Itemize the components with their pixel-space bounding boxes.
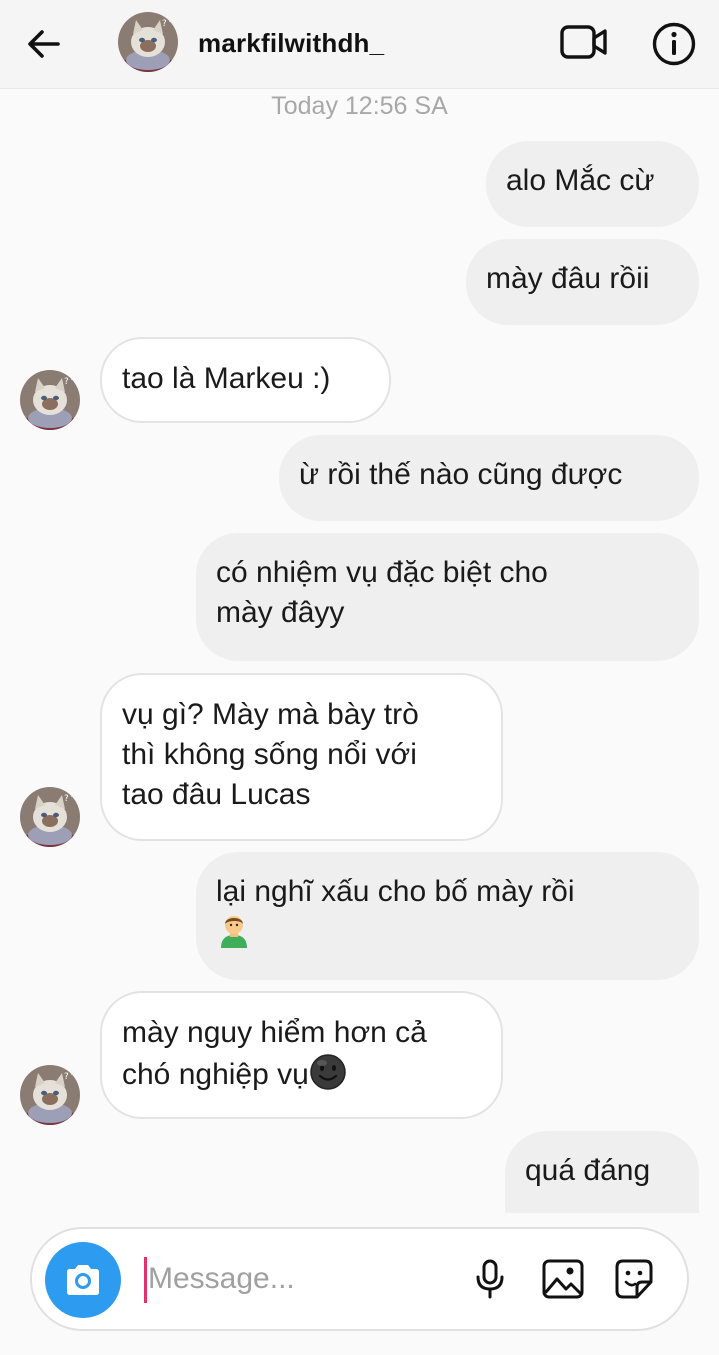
svg-text:?: ? <box>70 791 74 799</box>
sent-message-bubble[interactable]: ừ rồi thế nào cũng được <box>279 435 699 521</box>
sent-message-bubble[interactable]: có nhiệm vụ đặc biệt cho mày đâyy <box>196 533 699 661</box>
sender-avatar[interactable]: ? ? <box>20 1065 80 1125</box>
gallery-button[interactable] <box>537 1253 589 1305</box>
message-text-line: lại nghĩ xấu cho bố mày rồi <box>216 875 575 908</box>
person-emoji-icon <box>221 916 247 948</box>
message-text-line: mày nguy hiểm hơn cả <box>122 1016 427 1049</box>
sticker-icon <box>615 1259 653 1299</box>
sticker-button[interactable] <box>608 1253 660 1305</box>
svg-text:?: ? <box>64 794 69 804</box>
svg-text:?: ? <box>64 1072 69 1082</box>
received-message-bubble[interactable]: tao là Markeu :) <box>100 337 391 423</box>
sender-avatar[interactable]: ? ? <box>20 370 80 430</box>
message-text: ừ rồi thế nào cũng được <box>299 458 623 491</box>
back-button[interactable] <box>22 22 66 66</box>
message-text-line: vụ gì? Mày mà bày trò <box>122 698 419 731</box>
message-text-line: mày đâyy <box>216 596 345 629</box>
received-message-bubble[interactable]: vụ gì? Mày mà bày trò thì không sống nổi… <box>100 673 503 841</box>
arrow-left-icon <box>28 30 60 58</box>
svg-text:?: ? <box>168 16 172 24</box>
sent-message-bubble[interactable]: quá đáng <box>505 1131 699 1213</box>
message-composer <box>30 1227 689 1331</box>
sender-avatar[interactable]: ? ? <box>20 787 80 847</box>
message-text-line: thì không sống nổi với <box>122 738 417 771</box>
text-cursor <box>144 1257 147 1303</box>
message-input[interactable] <box>148 1251 448 1307</box>
contact-avatar[interactable]: ? ? <box>118 12 178 72</box>
message-text-line: chó nghiệp vụ <box>122 1058 309 1091</box>
chat-header: ? ? markfilwithdh_ <box>0 0 719 89</box>
info-circle-icon <box>652 22 696 66</box>
svg-text:?: ? <box>162 19 167 29</box>
sent-message-bubble[interactable]: alo Mắc cừ <box>486 141 699 227</box>
video-call-button[interactable] <box>556 20 612 64</box>
svg-text:?: ? <box>64 377 69 387</box>
message-text: mày đâu rồii <box>486 262 650 295</box>
sent-message-bubble[interactable]: mày đâu rồii <box>466 239 699 325</box>
svg-text:?: ? <box>70 374 74 382</box>
microphone-icon <box>476 1259 504 1299</box>
received-message-bubble[interactable]: mày nguy hiểm hơn cả chó nghiệp vụ <box>100 991 503 1119</box>
sent-message-bubble[interactable]: lại nghĩ xấu cho bố mày rồi <box>196 852 699 980</box>
message-text: quá đáng <box>525 1154 651 1187</box>
contact-username[interactable]: markfilwithdh_ <box>198 28 384 59</box>
dark-face-emoji-icon <box>310 1054 346 1090</box>
microphone-button[interactable] <box>464 1253 516 1305</box>
message-timestamp: Today 12:56 SA <box>271 92 448 120</box>
camera-icon <box>67 1265 99 1295</box>
image-gallery-icon <box>542 1259 584 1299</box>
svg-text:?: ? <box>70 1069 74 1077</box>
message-text-line: có nhiệm vụ đặc biệt cho <box>216 556 548 589</box>
camera-button[interactable] <box>45 1242 121 1318</box>
message-text-line: tao đâu Lucas <box>122 778 311 811</box>
message-text: alo Mắc cừ <box>506 164 655 197</box>
info-button[interactable] <box>650 20 698 68</box>
message-text: tao là Markeu :) <box>122 362 331 395</box>
video-camera-icon <box>560 25 607 59</box>
